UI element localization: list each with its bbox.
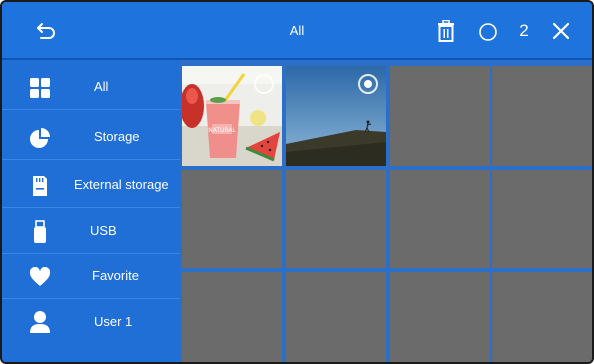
select-toggle[interactable] [254,74,274,94]
thumbnail-photo-hill[interactable] [286,66,386,166]
close-icon[interactable] [547,17,575,45]
thumbnail-placeholder[interactable] [182,170,282,268]
sidebar-item-label: External storage [74,177,169,192]
thumbnail-placeholder[interactable] [390,170,490,268]
sidebar-item-label: USB [90,223,117,238]
back-arrow-icon[interactable] [32,16,62,46]
sidebar-item-external-storage[interactable]: External storage [2,162,180,208]
thumbnail-placeholder[interactable] [492,170,592,268]
thumbnail-placeholder[interactable] [182,272,282,362]
circle-select-icon[interactable] [476,20,500,44]
sidebar-item-all[interactable]: All [2,64,180,110]
select-toggle[interactable] [358,74,378,94]
sidebar: All Storage External storage USB Favorit… [2,60,180,362]
sidebar-item-user-1[interactable]: User 1 [2,298,180,344]
sidebar-item-storage[interactable]: Storage [2,114,180,160]
thumbnail-photo-drink[interactable]: NATURAL [182,66,282,166]
sidebar-item-label: Favorite [92,268,139,283]
trash-icon[interactable] [432,17,460,45]
thumbnail-placeholder[interactable] [286,170,386,268]
sidebar-item-favorite[interactable]: Favorite [2,253,180,299]
sd-card-icon [28,174,52,198]
heart-icon [28,265,52,289]
thumbnail-placeholder[interactable] [492,66,592,166]
thumbnail-placeholder[interactable] [390,272,490,362]
user-icon [28,310,52,334]
sidebar-item-usb[interactable]: USB [2,208,180,254]
grid-icon [28,76,52,100]
usb-icon [28,220,52,244]
pie-chart-icon [28,126,52,150]
top-bar: All 2 [2,2,592,60]
svg-text:NATURAL: NATURAL [208,127,236,134]
thumbnail-grid: NATURAL [180,60,592,362]
gallery-screen: All 2 All Storage External storage USB F… [0,0,594,364]
selected-count: 2 [519,21,529,40]
sidebar-item-label: User 1 [94,313,133,329]
thumbnail-placeholder[interactable] [286,272,386,362]
thumbnail-placeholder[interactable] [390,66,490,166]
thumbnail-placeholder[interactable] [492,272,592,362]
page-title: All [289,23,305,38]
sidebar-item-label: All [94,79,109,94]
sidebar-item-label: Storage [94,129,140,144]
